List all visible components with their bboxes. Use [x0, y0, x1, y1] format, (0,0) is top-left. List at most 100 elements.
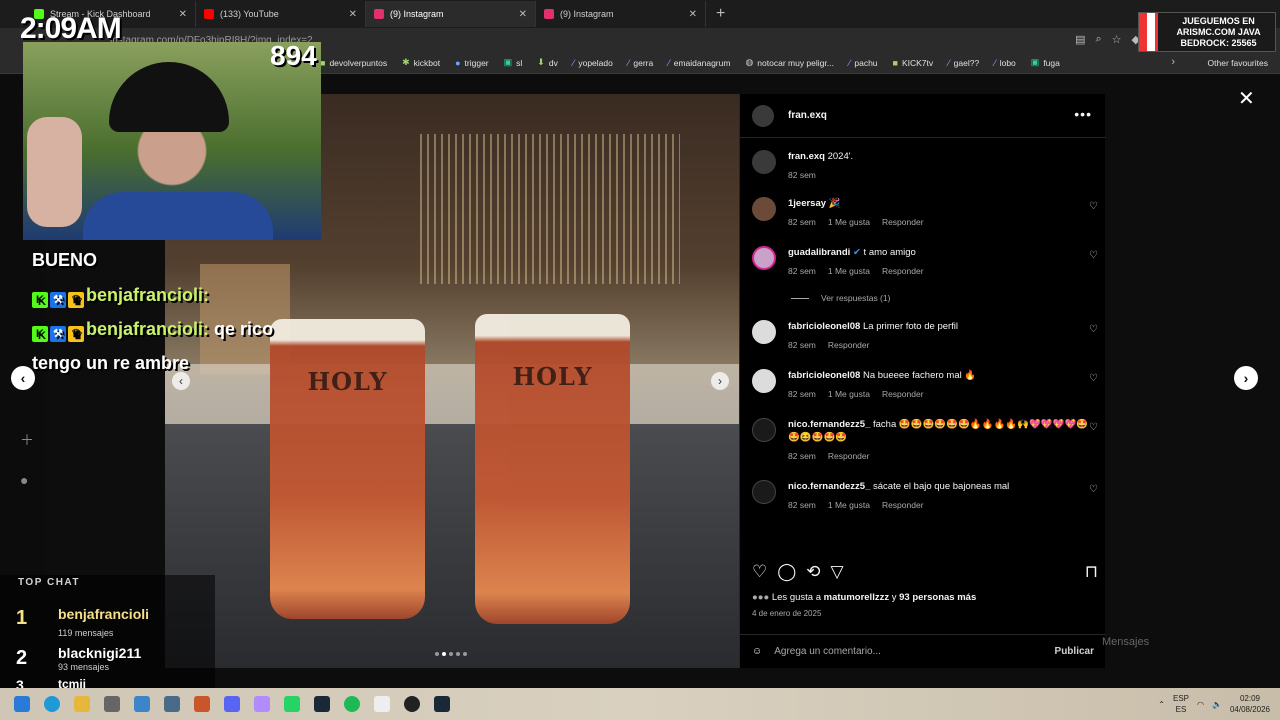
reply-button[interactable]: Responder	[882, 500, 924, 510]
bookmark-item[interactable]: ◍ notocar muy peligr...	[745, 57, 833, 68]
edge-icon[interactable]	[44, 696, 60, 712]
heart-icon[interactable]: ♡	[1089, 422, 1098, 433]
avatar[interactable]	[752, 246, 776, 270]
feather-icon[interactable]	[254, 696, 270, 712]
heart-icon[interactable]: ♡	[1089, 373, 1098, 384]
heart-icon[interactable]: ♡	[1089, 324, 1098, 335]
start-icon[interactable]	[14, 696, 30, 712]
comment-user[interactable]: fabricioleonel08	[788, 370, 860, 381]
chevron-up-icon[interactable]: ⌃	[1158, 700, 1165, 709]
wifi-icon[interactable]: ◠	[1197, 700, 1204, 709]
avatar[interactable]	[752, 480, 776, 504]
rank: 1	[16, 607, 28, 629]
bookmark-item[interactable]: ⁄ gael??	[948, 58, 979, 68]
bookmark-item[interactable]: ⁄ yopelado	[573, 58, 613, 68]
discord-icon[interactable]	[224, 696, 240, 712]
avatar[interactable]	[752, 104, 774, 127]
reply-button[interactable]: Responder	[882, 217, 924, 227]
spotify-icon[interactable]	[344, 696, 360, 712]
app-icon[interactable]	[194, 696, 210, 712]
messages-button[interactable]: Mensajes	[1102, 636, 1149, 648]
reply-button[interactable]: Responder	[828, 451, 870, 461]
language-indicator[interactable]: ESP ES	[1173, 693, 1189, 715]
like-icon[interactable]: ♡	[752, 562, 767, 582]
avatar[interactable]	[752, 418, 776, 442]
heart-icon[interactable]: ♡	[1089, 201, 1098, 212]
reply-button[interactable]: Responder	[882, 266, 924, 276]
bot-icon: ✱	[402, 57, 410, 67]
prev-image-button[interactable]: ‹	[172, 372, 190, 390]
more-options-icon[interactable]: •••	[1074, 106, 1092, 122]
publish-button[interactable]: Publicar	[1055, 646, 1094, 657]
bookmark-item[interactable]: ■ devolverpuntos	[320, 58, 387, 68]
obs-icon[interactable]	[404, 696, 420, 712]
bookmark-icon[interactable]: ⊓	[1085, 562, 1098, 582]
comment-user[interactable]: nico.fernandezz5_	[788, 481, 870, 492]
view-replies-button[interactable]: Ver respuestas (1)	[791, 293, 890, 303]
caption-user[interactable]: fran.exq	[788, 151, 825, 162]
clock[interactable]: 02:09 04/08/2026	[1230, 693, 1270, 715]
read-icon[interactable]: ▤	[1075, 33, 1085, 46]
chevron-right-icon[interactable]: ›	[1171, 56, 1175, 68]
caption-time: 82 sem	[788, 170, 816, 180]
app-icon[interactable]	[374, 696, 390, 712]
avatar[interactable]	[752, 369, 776, 393]
volume-icon[interactable]: 🔈	[1212, 700, 1222, 709]
reply-button[interactable]: Responder	[828, 340, 870, 350]
tab-instagram-active[interactable]: (9) Instagram ✕	[366, 1, 536, 27]
app-icon[interactable]	[134, 696, 150, 712]
close-icon[interactable]: ✕	[349, 9, 357, 20]
comment-input[interactable]: Agrega un comentario...	[774, 646, 1054, 657]
reply-button[interactable]: Responder	[882, 389, 924, 399]
new-tab-button[interactable]: +	[716, 5, 725, 23]
bookmark-item[interactable]: ▣ fuga	[1031, 57, 1060, 68]
whatsapp-icon[interactable]	[284, 696, 300, 712]
comment-icon[interactable]: ◯	[777, 562, 796, 582]
bookmark-item[interactable]: ⁄ lobo	[994, 58, 1016, 68]
comment-user[interactable]: fabricioleonel08	[788, 321, 860, 332]
tab-youtube[interactable]: (133) YouTube ✕	[196, 1, 366, 27]
explorer-icon[interactable]	[74, 696, 90, 712]
steam-icon[interactable]	[314, 696, 330, 712]
profile-icon[interactable]: ●	[20, 472, 28, 488]
settings-icon[interactable]	[104, 696, 120, 712]
next-image-button[interactable]: ›	[711, 372, 729, 390]
close-icon[interactable]: ✕	[519, 9, 527, 20]
feather-icon: ⁄	[848, 57, 851, 68]
tab-instagram[interactable]: (9) Instagram ✕	[536, 1, 706, 27]
comment-user[interactable]: 1jeersay	[788, 198, 826, 209]
close-icon[interactable]: ✕	[689, 9, 697, 20]
avatar[interactable]	[752, 197, 776, 221]
bookmark-item[interactable]: ■ KICK7tv	[893, 58, 934, 68]
bookmark-item[interactable]: ● trigger	[455, 58, 489, 68]
other-favourites[interactable]: Other favourites	[1208, 58, 1268, 68]
plus-icon[interactable]: ＋	[20, 430, 34, 450]
next-post-button[interactable]: ›	[1234, 366, 1258, 390]
bookmark-item[interactable]: ⬇ dv	[537, 57, 558, 68]
share-icon[interactable]: ▽	[831, 562, 844, 582]
avatar[interactable]	[752, 150, 776, 174]
star-icon[interactable]: ☆	[1112, 33, 1122, 46]
bookmark-item[interactable]: ⁄ gerra	[628, 58, 653, 68]
close-icon[interactable]: ✕	[1238, 86, 1255, 111]
avatar[interactable]	[752, 320, 776, 344]
bookmark-item[interactable]: ⁄ pachu	[849, 58, 878, 68]
heart-icon[interactable]: ♡	[1089, 250, 1098, 261]
bookmark-item[interactable]: ▣ sl	[504, 57, 523, 68]
zoom-icon[interactable]: ⌕	[1095, 33, 1101, 46]
close-icon[interactable]: ✕	[179, 9, 187, 20]
repost-icon[interactable]: ⟲	[806, 562, 820, 582]
comment-user[interactable]: guadalibrandi	[788, 247, 850, 258]
crown-badge-icon: ♛	[68, 292, 84, 308]
post-author[interactable]: fran.exq	[788, 110, 827, 121]
verified-icon: ✔	[852, 247, 861, 258]
steam-icon[interactable]	[434, 696, 450, 712]
heart-icon[interactable]: ♡	[1089, 484, 1098, 495]
comment-user[interactable]: nico.fernandezz5_	[788, 419, 870, 430]
box-icon: ▣	[503, 57, 513, 67]
emoji-icon[interactable]: ☺	[752, 646, 762, 657]
bookmark-item[interactable]: ✱ kickbot	[402, 57, 440, 68]
bookmark-item[interactable]: ⁄ emaidanagrum	[668, 58, 730, 68]
app-icon[interactable]	[164, 696, 180, 712]
hammer-badge-icon: ⚒	[50, 326, 66, 342]
